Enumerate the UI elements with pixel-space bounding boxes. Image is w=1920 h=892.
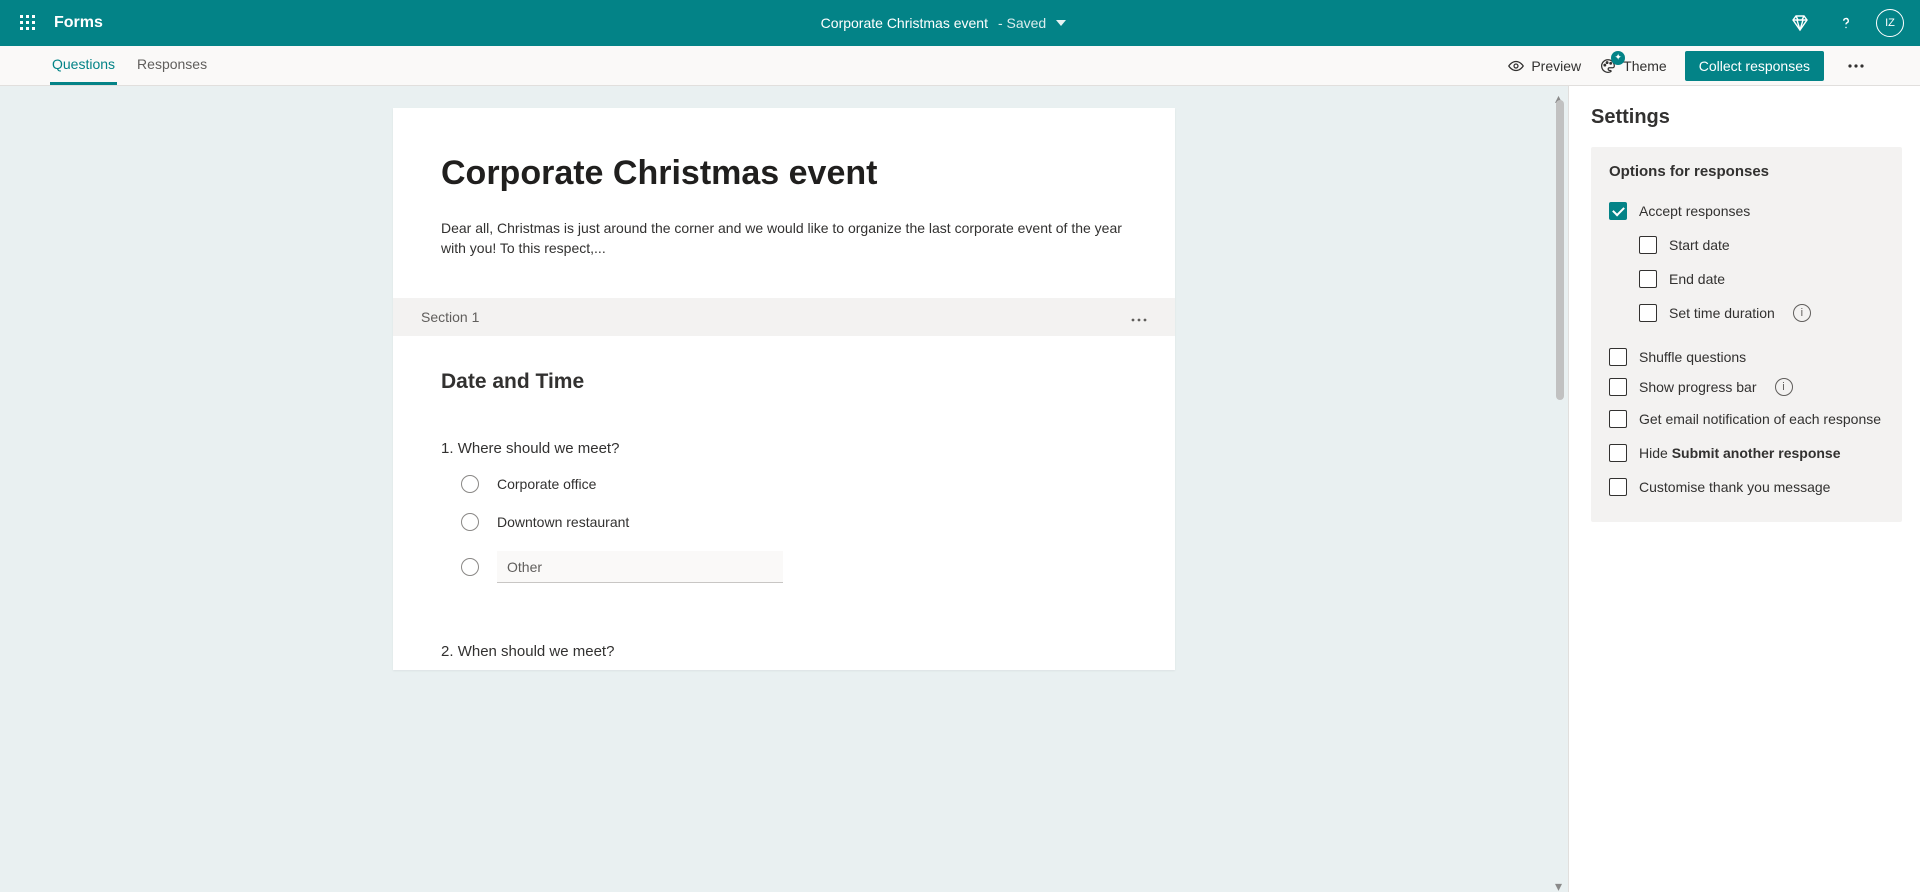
question-2-title: 2. When should we meet? <box>441 643 1127 660</box>
checkbox-icon[interactable] <box>1639 270 1657 288</box>
radio-icon[interactable] <box>461 558 479 576</box>
set-time-duration-label: Set time duration <box>1669 305 1775 321</box>
setting-hide-submit-another[interactable]: Hide Submit another response <box>1609 436 1886 470</box>
checkbox-icon[interactable] <box>1609 478 1627 496</box>
theme-button[interactable]: ✦ Theme <box>1599 57 1667 75</box>
show-progress-label: Show progress bar <box>1639 379 1757 395</box>
settings-panel: Settings Options for responses Accept re… <box>1568 86 1920 892</box>
setting-start-date[interactable]: Start date <box>1609 228 1886 262</box>
section-more-button[interactable] <box>1131 309 1147 325</box>
form-header-card[interactable]: Corporate Christmas event Dear all, Chri… <box>393 108 1175 298</box>
section-body: Date and Time 1. Where should we meet? C… <box>393 336 1175 670</box>
help-icon[interactable] <box>1830 7 1862 39</box>
form-description: Dear all, Christmas is just around the c… <box>441 219 1127 258</box>
section-title[interactable]: Date and Time <box>441 370 1127 394</box>
eye-icon <box>1507 57 1525 75</box>
settings-subtitle: Options for responses <box>1609 163 1886 180</box>
form-title: Corporate Christmas event <box>441 154 1127 193</box>
form-name[interactable]: Corporate Christmas event <box>821 15 988 31</box>
avatar-initials: IZ <box>1885 17 1895 29</box>
q1-option-2[interactable]: Downtown restaurant <box>461 513 1127 531</box>
ellipsis-icon <box>1131 318 1147 322</box>
q1-option-other[interactable] <box>461 551 1127 583</box>
setting-customise-thank-you[interactable]: Customise thank you message <box>1609 470 1886 504</box>
settings-title: Settings <box>1591 106 1902 129</box>
setting-set-time-duration[interactable]: Set time duration i <box>1609 296 1886 330</box>
header-center: Corporate Christmas event - Saved <box>103 15 1784 31</box>
question-1-options: Corporate office Downtown restaurant <box>441 475 1127 583</box>
setting-show-progress[interactable]: Show progress bar i <box>1609 372 1886 402</box>
waffle-icon <box>20 15 36 31</box>
command-bar-actions: Preview ✦ Theme Collect responses <box>1507 46 1870 85</box>
shuffle-questions-label: Shuffle questions <box>1639 349 1746 365</box>
q1-option-2-label: Downtown restaurant <box>497 514 629 530</box>
question-2[interactable]: 2. When should we meet? <box>441 643 1127 660</box>
scroll-thumb[interactable] <box>1556 100 1564 400</box>
app-launcher[interactable] <box>10 5 46 41</box>
form-canvas: Corporate Christmas event Dear all, Chri… <box>393 108 1175 670</box>
preview-button[interactable]: Preview <box>1507 57 1581 75</box>
setting-shuffle-questions[interactable]: Shuffle questions <box>1609 342 1886 372</box>
tab-responses[interactable]: Responses <box>135 46 209 85</box>
theme-badge-icon: ✦ <box>1611 51 1625 65</box>
preview-label: Preview <box>1531 58 1581 74</box>
canvas-scrollbar[interactable]: ▴ ▾ <box>1552 86 1568 892</box>
info-icon[interactable]: i <box>1793 304 1811 322</box>
chevron-down-icon[interactable] <box>1056 20 1066 26</box>
scroll-down-icon[interactable]: ▾ <box>1555 878 1565 888</box>
app-header: Forms Corporate Christmas event - Saved … <box>0 0 1920 46</box>
start-date-label: Start date <box>1669 237 1730 253</box>
setting-end-date[interactable]: End date <box>1609 262 1886 296</box>
checkbox-icon[interactable] <box>1609 378 1627 396</box>
email-notification-label: Get email notification of each response <box>1639 411 1881 427</box>
avatar[interactable]: IZ <box>1876 9 1904 37</box>
hide-submit-label: Hide Submit another response <box>1639 445 1841 461</box>
saved-state: - Saved <box>998 15 1046 31</box>
q1-option-1[interactable]: Corporate office <box>461 475 1127 493</box>
checkbox-icon[interactable] <box>1609 410 1627 428</box>
collect-responses-button[interactable]: Collect responses <box>1685 51 1824 81</box>
setting-email-notification[interactable]: Get email notification of each response <box>1609 402 1886 436</box>
command-bar: Questions Responses Preview ✦ Theme Coll… <box>0 46 1920 86</box>
header-right: IZ <box>1784 7 1910 39</box>
customise-thank-you-label: Customise thank you message <box>1639 479 1830 495</box>
radio-icon[interactable] <box>461 475 479 493</box>
more-actions-button[interactable] <box>1842 52 1870 80</box>
radio-icon[interactable] <box>461 513 479 531</box>
accept-responses-label: Accept responses <box>1639 203 1750 219</box>
end-date-label: End date <box>1669 271 1725 287</box>
canvas-viewport: Corporate Christmas event Dear all, Chri… <box>0 86 1568 892</box>
command-bar-tabs: Questions Responses <box>50 46 209 85</box>
setting-accept-responses[interactable]: Accept responses <box>1609 194 1886 228</box>
settings-card: Options for responses Accept responses S… <box>1591 147 1902 522</box>
checkbox-icon[interactable] <box>1639 236 1657 254</box>
checkbox-icon[interactable] <box>1609 348 1627 366</box>
info-icon[interactable]: i <box>1775 378 1793 396</box>
theme-label: Theme <box>1623 58 1667 74</box>
checkbox-icon[interactable] <box>1609 444 1627 462</box>
brand-label[interactable]: Forms <box>54 14 103 32</box>
checkbox-icon[interactable] <box>1639 304 1657 322</box>
premium-icon[interactable] <box>1784 7 1816 39</box>
tab-questions[interactable]: Questions <box>50 46 117 85</box>
workspace: Corporate Christmas event Dear all, Chri… <box>0 86 1920 892</box>
question-1[interactable]: 1. Where should we meet? Corporate offic… <box>441 440 1127 583</box>
q1-other-input[interactable] <box>497 551 783 583</box>
section-bar[interactable]: Section 1 <box>393 298 1175 336</box>
question-1-title: 1. Where should we meet? <box>441 440 1127 457</box>
ellipsis-icon <box>1848 64 1864 68</box>
checkbox-icon[interactable] <box>1609 202 1627 220</box>
section-label: Section 1 <box>421 309 479 325</box>
q1-option-1-label: Corporate office <box>497 476 596 492</box>
